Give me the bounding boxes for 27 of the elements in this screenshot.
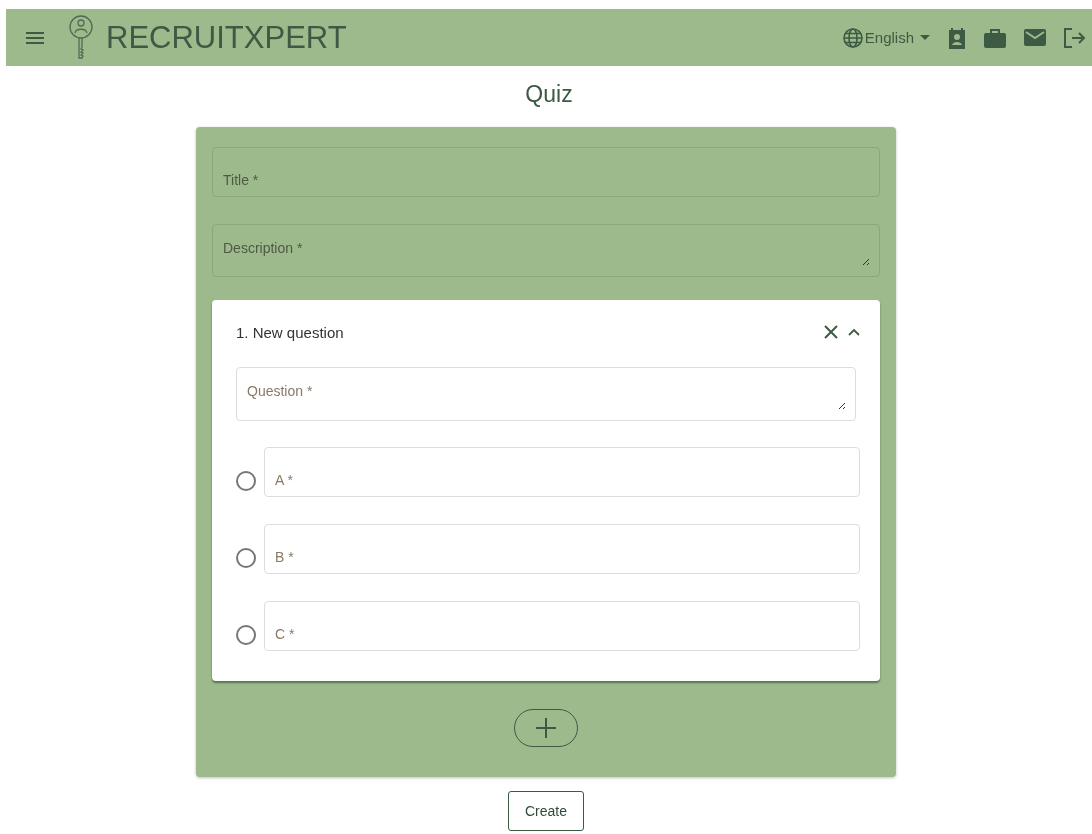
mail-icon[interactable] <box>1024 29 1046 46</box>
resize-handle-icon[interactable] <box>838 402 846 410</box>
close-icon[interactable] <box>824 325 838 339</box>
title-field[interactable]: Title * <box>212 147 880 197</box>
question-field[interactable]: Question * <box>236 367 856 421</box>
answer-field[interactable]: C * <box>264 601 860 651</box>
caret-icon <box>920 35 930 40</box>
contact-card-icon[interactable] <box>948 26 966 49</box>
answer-field[interactable]: A * <box>264 447 860 497</box>
menu-icon[interactable] <box>26 31 44 44</box>
radio-button[interactable] <box>236 548 256 568</box>
description-field[interactable]: Description * <box>212 224 880 277</box>
page-title: Quiz <box>524 80 574 108</box>
question-heading: 1. New question <box>236 323 344 341</box>
key-logo-icon <box>68 14 94 61</box>
brand-name: RECRUITXPERT <box>106 19 347 56</box>
radio-button[interactable] <box>236 471 256 491</box>
create-button[interactable]: Create <box>508 791 584 831</box>
globe-icon <box>842 27 863 48</box>
resize-handle-icon[interactable] <box>862 258 870 266</box>
logout-icon[interactable] <box>1064 27 1086 48</box>
answer-field[interactable]: B * <box>264 524 860 574</box>
radio-button[interactable] <box>236 625 256 645</box>
plus-icon <box>536 718 556 738</box>
briefcase-icon[interactable] <box>984 27 1006 48</box>
language-selector[interactable]: English <box>842 27 930 48</box>
chevron-up-icon[interactable] <box>848 328 860 336</box>
